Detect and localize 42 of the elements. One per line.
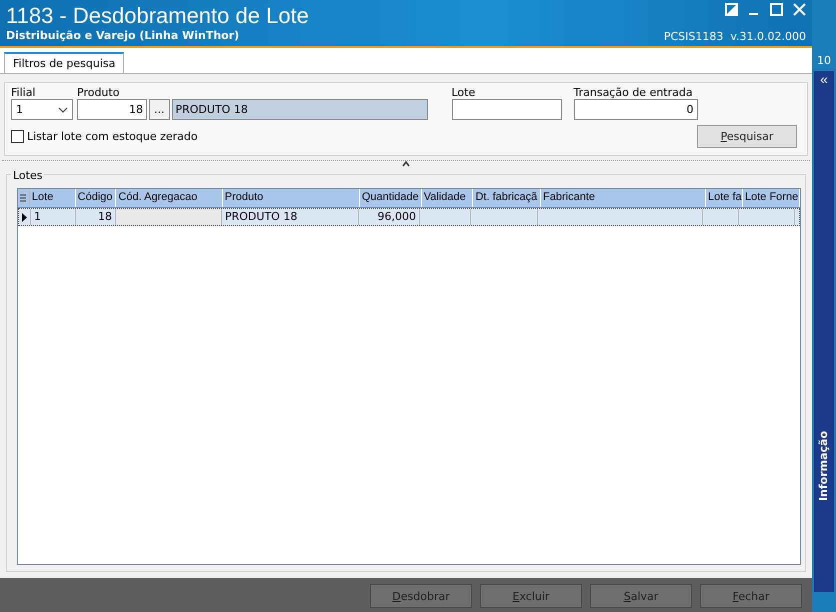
column-header[interactable]: Dt. fabricaçã <box>473 189 542 207</box>
column-header[interactable]: Lote <box>30 189 76 207</box>
field-label: Produto <box>77 86 120 99</box>
caret-icon[interactable] <box>402 161 410 167</box>
row-pointer-icon <box>22 212 27 222</box>
chevron-down-icon <box>58 106 68 112</box>
window-subtitle: Distribuição e Varejo (Linha WinThor) <box>6 29 240 42</box>
tab[interactable]: Filtros de pesquisa <box>4 52 124 73</box>
column-header[interactable]: Produto <box>222 189 360 207</box>
lote-field[interactable] <box>452 99 562 120</box>
panel-label: Informação <box>817 430 831 502</box>
checkbox[interactable] <box>11 130 24 143</box>
column-header[interactable]: Quantidade <box>360 189 422 207</box>
transaction-field[interactable]: 0 <box>574 99 698 120</box>
column-header[interactable]: Validade <box>422 189 474 207</box>
badge-number: 10 <box>817 54 831 67</box>
window-title: 1183 - Desdobramento de Lote <box>6 3 309 29</box>
column-header[interactable]: Código <box>76 189 116 207</box>
column-header[interactable]: Cód. Agregacao <box>116 189 223 207</box>
version-label: PCSIS1183 v.31.0.02.000 <box>664 30 806 43</box>
product-code-field[interactable]: 18 <box>77 99 147 120</box>
table-cell: 1 <box>31 209 76 225</box>
group-title: Lotes <box>11 169 44 182</box>
collapse-button[interactable]: « <box>820 71 828 87</box>
field-label: Filial <box>11 86 36 99</box>
column-header[interactable]: Lote Forne <box>743 189 800 207</box>
table-row[interactable]: 1 18 PRODUTO 18 96,000 <box>18 208 800 226</box>
filial-select[interactable]: 1 <box>11 99 73 120</box>
browse-button[interactable]: ... <box>149 99 170 120</box>
column-chooser-icon[interactable] <box>20 194 26 202</box>
search-button[interactable]: Pesquisar <box>697 125 797 148</box>
maximize-icon[interactable] <box>770 3 783 16</box>
restore-icon[interactable] <box>725 3 738 16</box>
table-cell: PRODUTO 18 <box>222 209 359 225</box>
checkbox-label: Listar lote com estoque zerado <box>27 130 198 143</box>
close-icon[interactable] <box>793 3 806 16</box>
product-name-field[interactable]: PRODUTO 18 <box>172 99 428 120</box>
table-cell: 96,000 <box>359 209 420 225</box>
column-header[interactable]: Lote fa <box>706 189 743 207</box>
field-label: Transação de entrada <box>574 86 694 99</box>
column-header[interactable]: Fabricante <box>541 189 706 207</box>
field-label: Lote <box>452 86 476 99</box>
